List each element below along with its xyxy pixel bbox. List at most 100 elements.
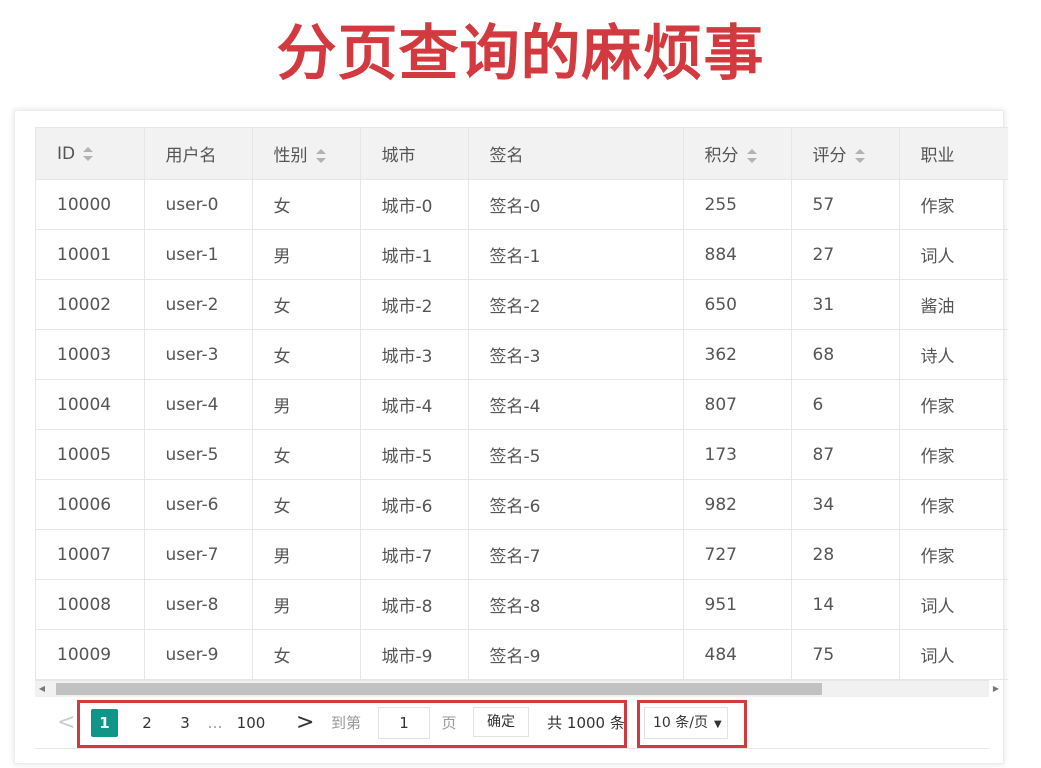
table-cell: 68 xyxy=(791,329,900,380)
table-cell: 城市-7 xyxy=(360,529,469,580)
table-cell: 男 xyxy=(252,229,361,280)
table-cell: 城市-6 xyxy=(360,479,469,530)
table-cell: 10002 xyxy=(36,279,145,330)
table-cell: 34 xyxy=(791,479,900,530)
table-cell: 女 xyxy=(252,479,361,530)
table-cell: 作家 xyxy=(899,479,1008,530)
column-header-label: ID xyxy=(57,143,76,164)
table-row[interactable]: 10004 user-4 男城市-4 签名-4 807 6 作家 xyxy=(36,379,1008,430)
sort-icon[interactable] xyxy=(854,149,865,163)
table-cell: 884 xyxy=(683,229,792,280)
table-cell: 作家 xyxy=(899,529,1008,580)
table-row[interactable]: 10007 user-7 男城市-7 签名-7 727 28 作家 xyxy=(36,529,1008,580)
table-cell: 10008 xyxy=(36,579,145,630)
table-cell: 签名-4 xyxy=(468,379,684,430)
table-cell: 签名-6 xyxy=(468,479,684,530)
table-cell: 31 xyxy=(791,279,900,330)
sort-icon[interactable] xyxy=(746,149,757,163)
table-cell: 作家 xyxy=(899,379,1008,430)
column-header-label: 城市 xyxy=(381,146,416,166)
table-cell: 签名-3 xyxy=(468,329,684,380)
horizontal-scrollbar[interactable]: ◀ ▶ xyxy=(35,680,999,697)
column-header-label: 用户名 xyxy=(165,146,217,166)
sort-icon[interactable] xyxy=(315,149,326,163)
table-row[interactable]: 10009 user-9 女城市-9 签名-9 484 75 词人 xyxy=(36,629,1008,680)
column-header[interactable]: 评分 xyxy=(791,128,900,180)
column-header-label: 评分 xyxy=(812,146,847,166)
table-cell: 255 xyxy=(683,179,792,230)
headline-title: 分页查询的麻烦事 xyxy=(276,19,765,89)
table-cell: user-7 xyxy=(144,529,253,580)
table-cell: user-6 xyxy=(144,479,253,530)
column-header-label: 积分 xyxy=(704,146,739,166)
scrollbar-thumb[interactable] xyxy=(56,683,822,695)
table-cell: 807 xyxy=(683,379,792,430)
sort-icon[interactable] xyxy=(83,146,94,161)
page: 分页查询的麻烦事 ID 用户名 性别 城市 签名 积分 评分 职业 10000 user-0 女城… xyxy=(0,0,1041,768)
table-cell: user-0 xyxy=(144,179,253,230)
table-cell: 57 xyxy=(791,179,900,230)
table-cell: 城市-8 xyxy=(360,579,469,630)
table-cell: 10001 xyxy=(36,229,145,280)
table-cell: 城市-4 xyxy=(360,379,469,430)
column-header[interactable]: 性别 xyxy=(252,128,361,180)
table-cell: 城市-2 xyxy=(360,279,469,330)
highlight-box-page-size xyxy=(637,700,747,748)
table-cell: 签名-5 xyxy=(468,429,684,480)
column-header: 职业 xyxy=(899,128,1008,180)
scroll-left-icon[interactable]: ◀ xyxy=(35,681,49,697)
data-table: ID 用户名 性别 城市 签名 积分 评分 职业 10000 user-0 女城市-0 签名-0 25… xyxy=(36,128,1008,680)
table-cell: user-5 xyxy=(144,429,253,480)
highlight-box-pagination xyxy=(77,700,627,748)
table-cell: 362 xyxy=(683,329,792,380)
table-header-row: ID 用户名 性别 城市 签名 积分 评分 职业 xyxy=(36,128,1008,180)
table-cell: 女 xyxy=(252,179,361,230)
table-row[interactable]: 10001 user-1 男城市-1 签名-1 884 27 词人 xyxy=(36,229,1008,280)
table-cell: 词人 xyxy=(899,229,1008,280)
column-header: 城市 xyxy=(360,128,469,180)
table-cell: 10007 xyxy=(36,529,145,580)
table-row[interactable]: 10008 user-8 男城市-8 签名-8 951 14 词人 xyxy=(36,579,1008,630)
table-row[interactable]: 10000 user-0 女城市-0 签名-0 255 57 作家 xyxy=(36,179,1008,230)
table-row[interactable]: 10003 user-3 女城市-3 签名-3 362 68 诗人 xyxy=(36,329,1008,380)
table-cell: 城市-1 xyxy=(360,229,469,280)
table-cell: 87 xyxy=(791,429,900,480)
column-header[interactable]: 积分 xyxy=(683,128,792,180)
table-cell: 城市-0 xyxy=(360,179,469,230)
table-body: 10000 user-0 女城市-0 签名-0 255 57 作家 10001 user-1 男城… xyxy=(36,179,1008,680)
column-header[interactable]: ID xyxy=(36,128,145,180)
table-cell: 男 xyxy=(252,379,361,430)
table-row[interactable]: 10002 user-2 女城市-2 签名-2 650 31 酱油 xyxy=(36,279,1008,330)
table-cell: 男 xyxy=(252,579,361,630)
column-header-label: 性别 xyxy=(273,146,308,166)
table-cell: 173 xyxy=(683,429,792,480)
table-cell: 作家 xyxy=(899,179,1008,230)
table-cell: 10005 xyxy=(36,429,145,480)
column-header: 签名 xyxy=(468,128,684,180)
table-row[interactable]: 10006 user-6 女城市-6 签名-6 982 34 作家 xyxy=(36,479,1008,530)
table-cell: 10003 xyxy=(36,329,145,380)
table-cell: 10006 xyxy=(36,479,145,530)
prev-page-icon[interactable]: < xyxy=(57,709,75,737)
scroll-right-icon[interactable]: ▶ xyxy=(989,681,1003,697)
table-cell: 27 xyxy=(791,229,900,280)
table-cell: 签名-8 xyxy=(468,579,684,630)
table-cell: user-1 xyxy=(144,229,253,280)
table-cell: 签名-9 xyxy=(468,629,684,680)
table-cell: 作家 xyxy=(899,429,1008,480)
table-cell: user-2 xyxy=(144,279,253,330)
table-cell: 城市-3 xyxy=(360,329,469,380)
table-cell: 75 xyxy=(791,629,900,680)
table-cell: 签名-1 xyxy=(468,229,684,280)
table-cell: user-3 xyxy=(144,329,253,380)
table-viewport: ID 用户名 性别 城市 签名 积分 评分 职业 10000 user-0 女城市-0 签名-0 25… xyxy=(35,127,1008,688)
table-cell: 女 xyxy=(252,629,361,680)
table-cell: 男 xyxy=(252,529,361,580)
table-row[interactable]: 10005 user-5 女城市-5 签名-5 173 87 作家 xyxy=(36,429,1008,480)
table-cell: 727 xyxy=(683,529,792,580)
table-cell: user-4 xyxy=(144,379,253,430)
table-cell: 951 xyxy=(683,579,792,630)
table-cell: user-8 xyxy=(144,579,253,630)
table-cell: 6 xyxy=(791,379,900,430)
table-cell: user-9 xyxy=(144,629,253,680)
